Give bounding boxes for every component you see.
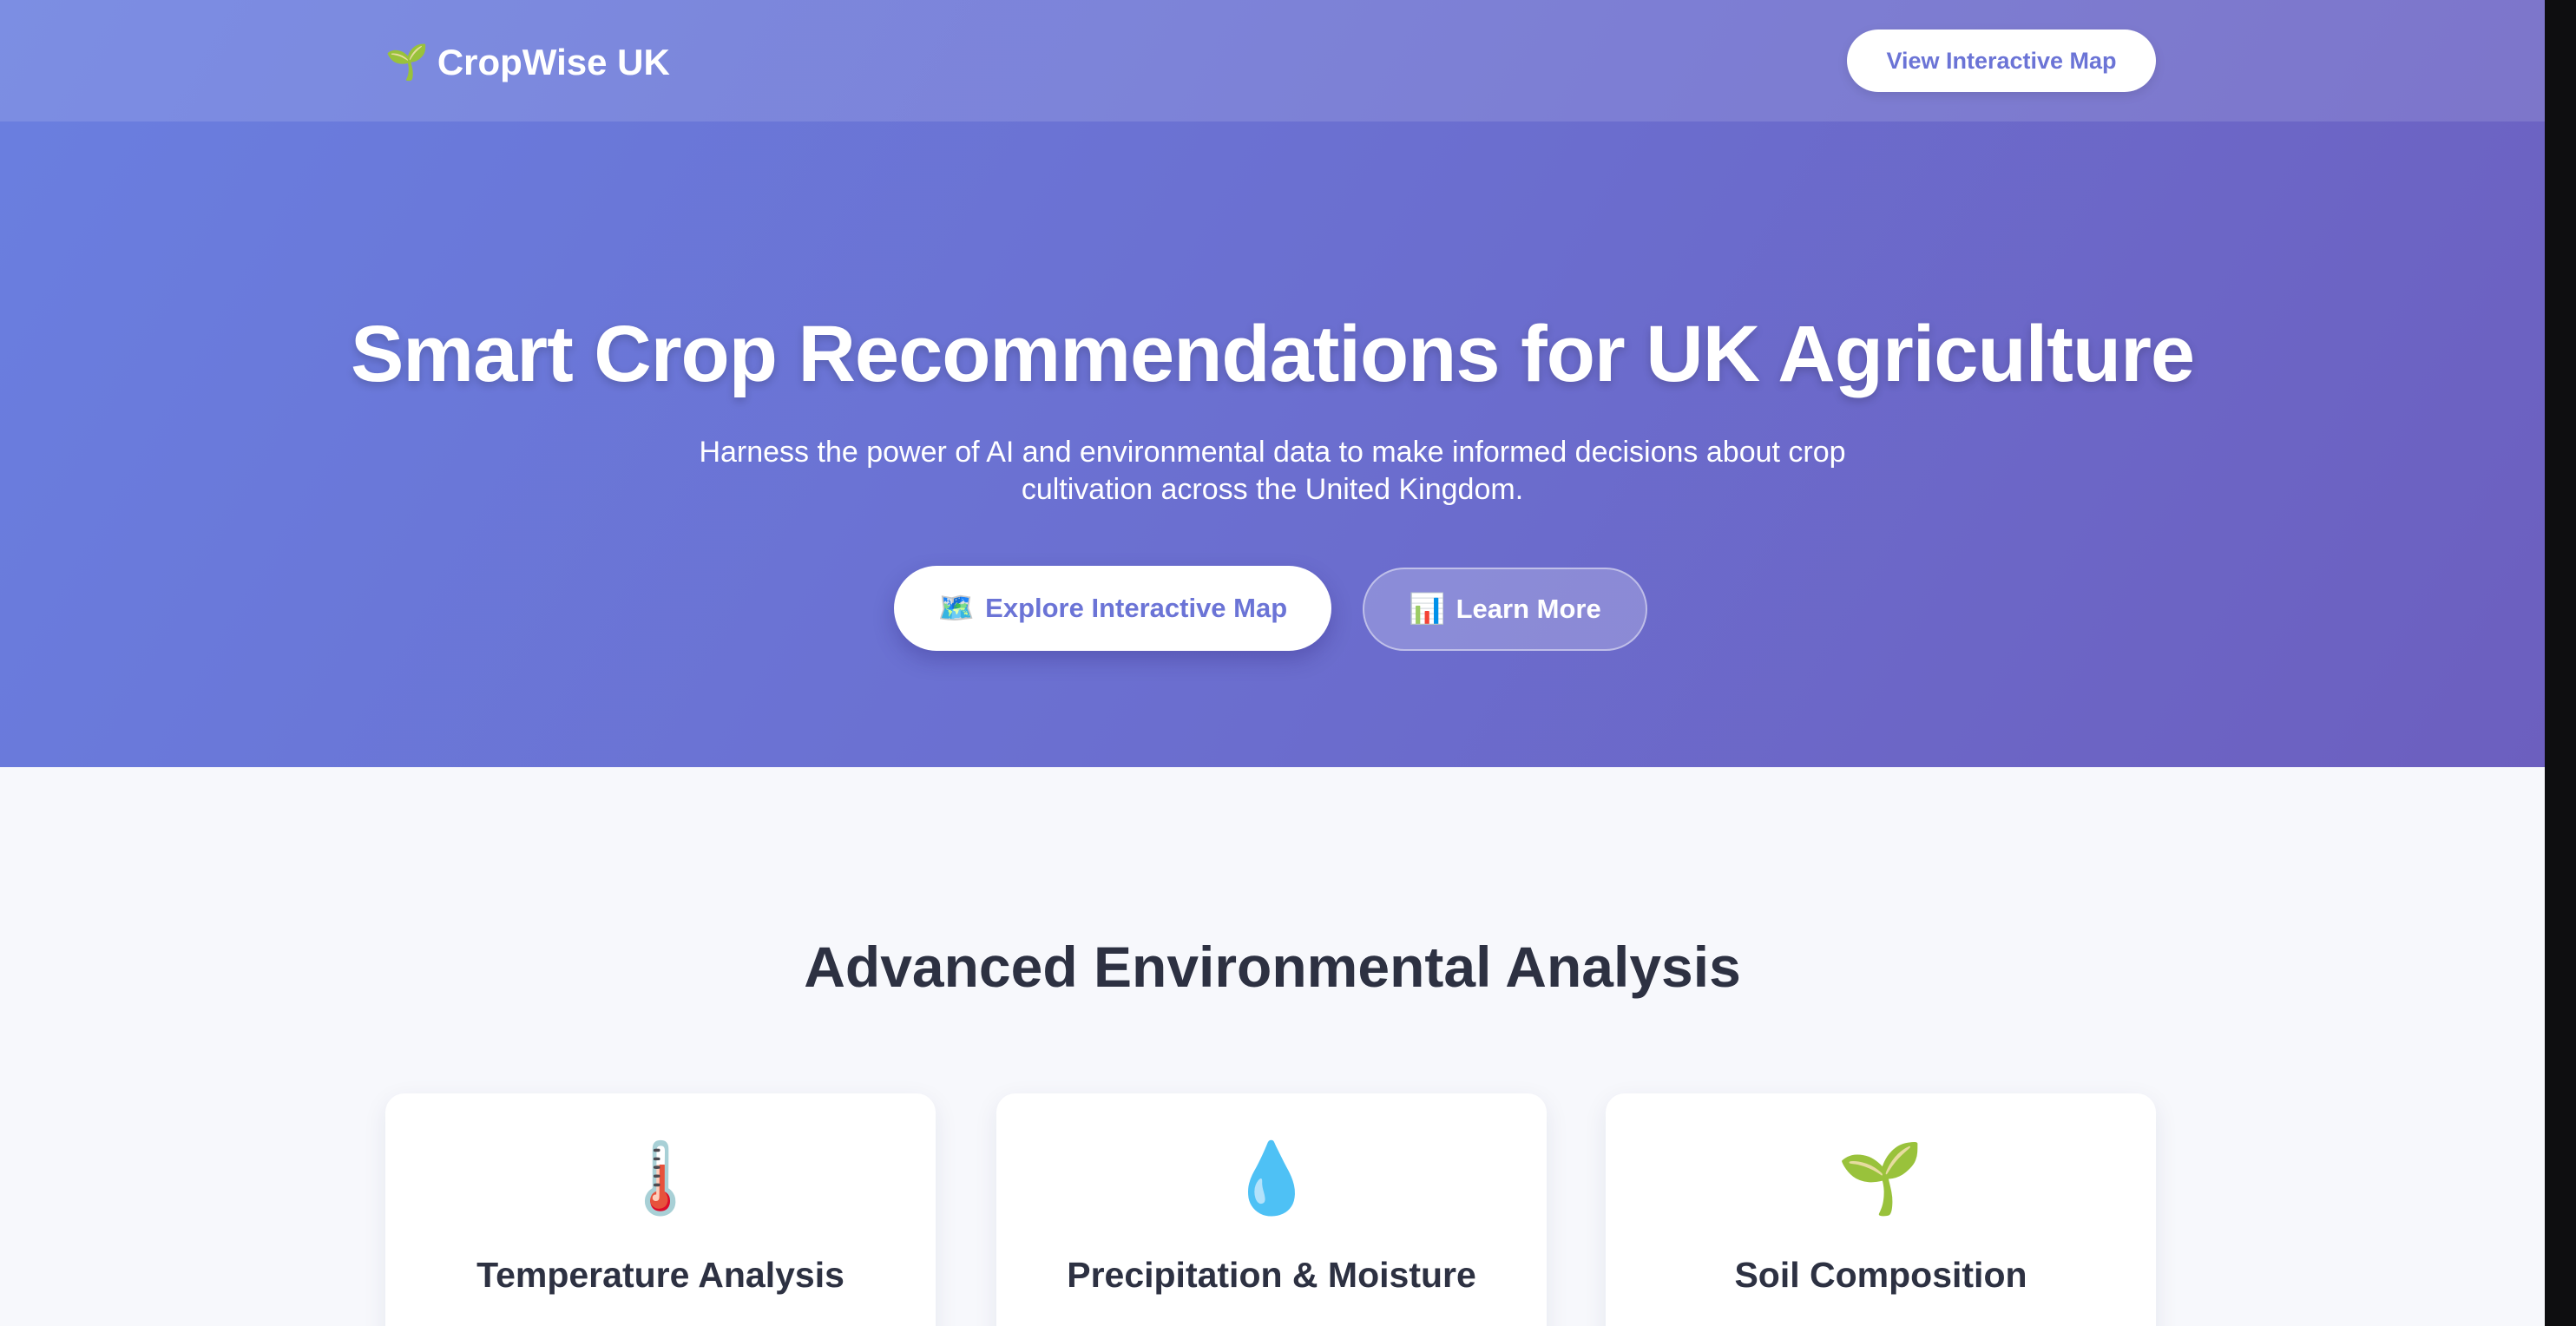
bar-chart-icon: 📊 xyxy=(1409,593,1446,626)
droplet-icon: 💧 xyxy=(1228,1139,1315,1217)
feature-card-temperature: 🌡️ Temperature Analysis xyxy=(385,1093,936,1326)
learn-more-button[interactable]: 📊 Learn More xyxy=(1363,568,1647,651)
window-edge xyxy=(2545,0,2576,1326)
brand-logo[interactable]: 🌱 CropWise UK xyxy=(385,38,670,87)
learn-more-label: Learn More xyxy=(1456,594,1601,624)
hero-title: Smart Crop Recommendations for UK Agricu… xyxy=(350,310,2195,398)
feature-card-title: Precipitation & Moisture xyxy=(1067,1255,1476,1295)
thermometer-icon: 🌡️ xyxy=(617,1139,704,1217)
feature-card-title: Soil Composition xyxy=(1734,1255,2027,1295)
page: 🌱 CropWise UK View Interactive Map Smart… xyxy=(0,0,2576,1326)
feature-card-soil: 🌱 Soil Composition xyxy=(1606,1093,2156,1326)
explore-interactive-map-button[interactable]: 🗺️ Explore Interactive Map xyxy=(894,566,1331,651)
hero-section: 🌱 CropWise UK View Interactive Map Smart… xyxy=(0,0,2545,767)
features-title: Advanced Environmental Analysis xyxy=(804,935,1741,999)
view-interactive-map-button[interactable]: View Interactive Map xyxy=(1847,30,2156,92)
explore-map-label: Explore Interactive Map xyxy=(985,593,1288,623)
brand-name: CropWise UK xyxy=(437,42,670,82)
feature-card-title: Temperature Analysis xyxy=(476,1255,844,1295)
map-icon: 🗺️ xyxy=(937,592,976,625)
hero-subtitle: Harness the power of AI and environmenta… xyxy=(699,436,1846,506)
feature-card-precipitation: 💧 Precipitation & Moisture xyxy=(996,1093,1547,1326)
seedling-icon: 🌱 xyxy=(1837,1139,1924,1217)
navbar: 🌱 CropWise UK View Interactive Map xyxy=(0,0,2545,121)
seedling-icon: 🌱 xyxy=(385,43,429,82)
